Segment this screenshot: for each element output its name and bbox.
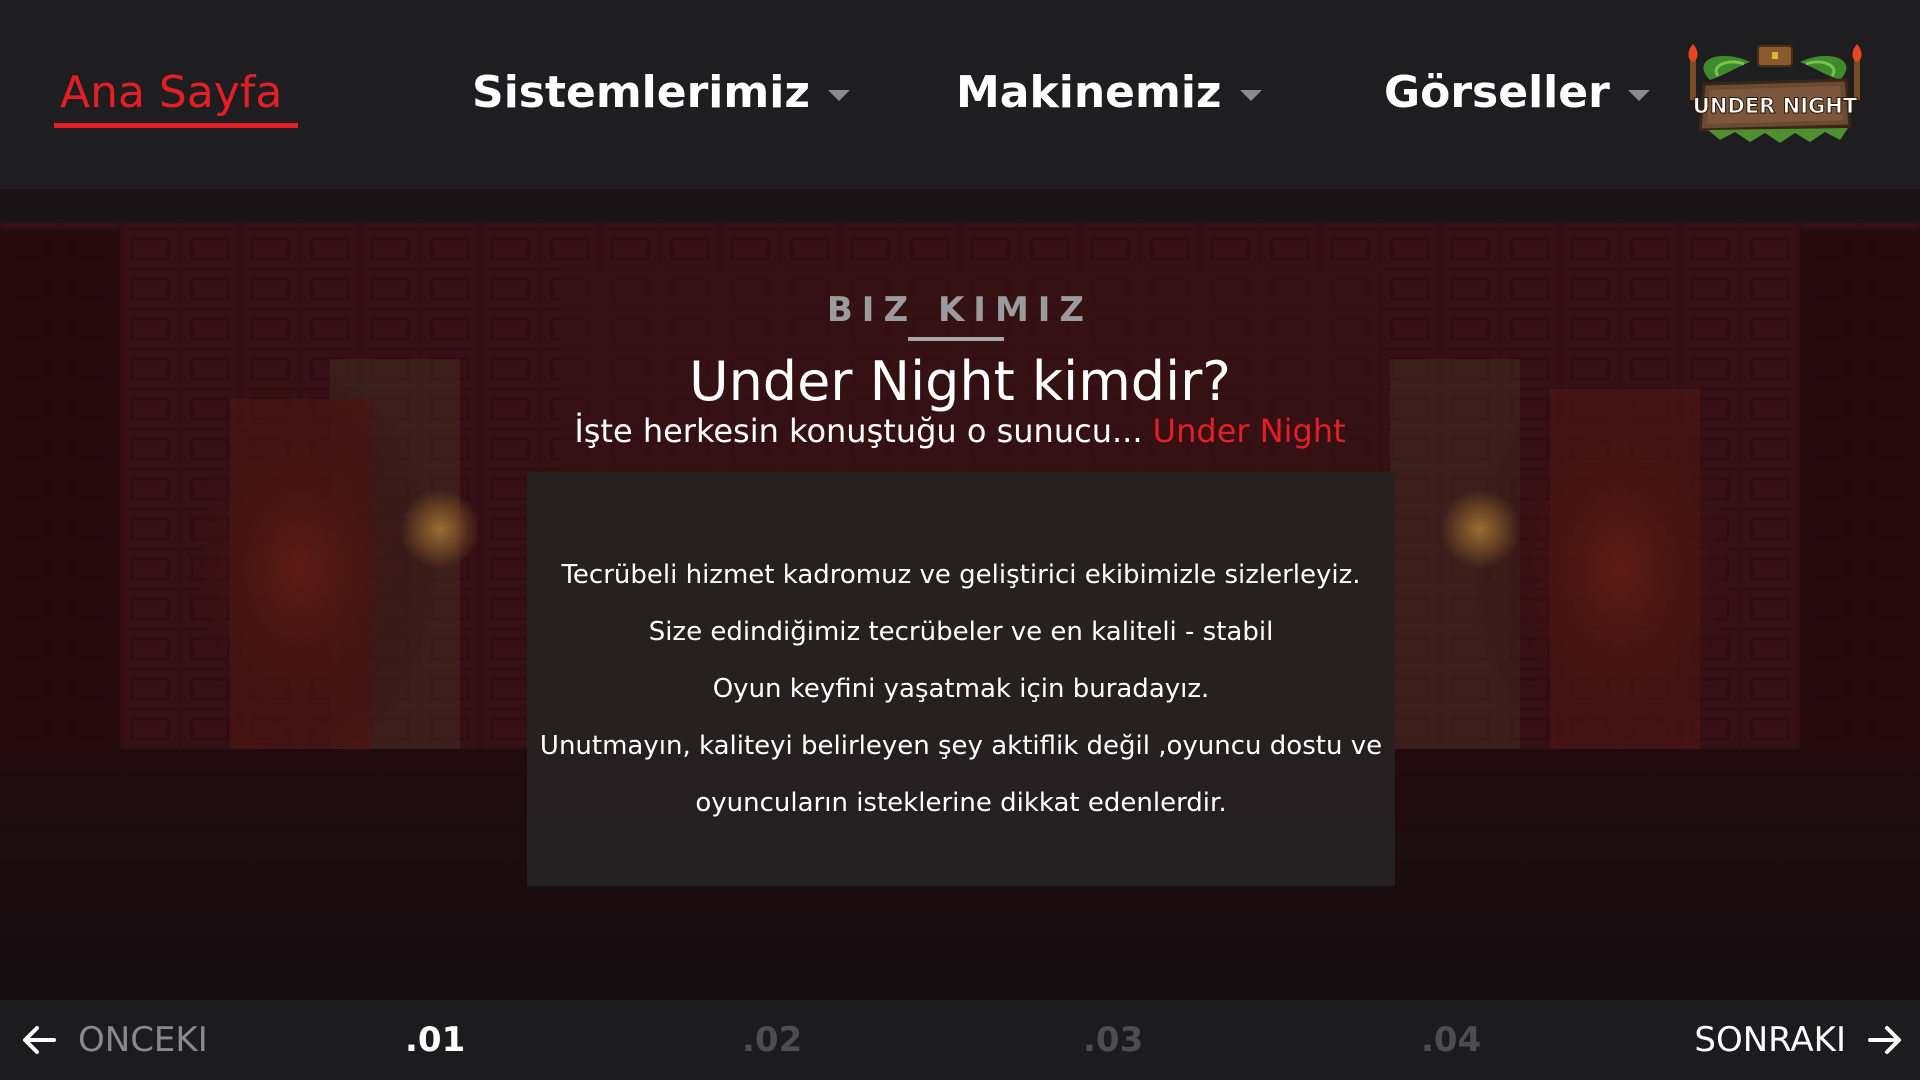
next-button[interactable]: SONRAKI <box>1694 1020 1902 1060</box>
arrow-right-icon <box>1868 1026 1901 1054</box>
about-text-panel: Tecrübeli hizmet kadromuz ve geliştirici… <box>527 472 1395 886</box>
page-indicator-1[interactable]: .01 <box>405 1020 465 1060</box>
previous-button[interactable]: ONCEKI <box>22 1020 208 1060</box>
page-indicator-2[interactable]: .02 <box>742 1020 802 1060</box>
active-nav-underline <box>54 123 298 128</box>
subtitle-text: İşte herkesin konuştuğu o sunucu... <box>574 412 1143 450</box>
previous-label: ONCEKI <box>78 1020 208 1060</box>
page-indicator-3[interactable]: .03 <box>1083 1020 1143 1060</box>
section-tag: BIZ KIMIZ <box>826 290 1094 330</box>
page-title: Under Night kimdir? <box>689 350 1231 413</box>
about-paragraph: Size edindiğimiz tecrübeler ve en kalite… <box>648 617 1274 647</box>
nav-item-machine[interactable]: Makinemiz <box>956 62 1262 122</box>
about-paragraph: Tecrübeli hizmet kadromuz ve geliştirici… <box>561 560 1361 590</box>
caret-down-icon <box>1627 89 1650 101</box>
hero-top-strip <box>0 189 1920 223</box>
page-subtitle: İşte herkesin konuştuğu o sunucu... Unde… <box>0 412 1920 450</box>
nav-item-label: Sistemlerimiz <box>472 66 810 118</box>
arrow-left-icon <box>23 1026 56 1054</box>
slider-pager: ONCEKI .01 .02 .03 .04 SONRAKI <box>0 1000 1920 1080</box>
next-label: SONRAKI <box>1694 1020 1846 1060</box>
about-paragraph: Unutmayın, kaliteyi belirleyen şey aktif… <box>539 731 1383 761</box>
nav-item-home[interactable]: Ana Sayfa <box>60 62 282 122</box>
nav-item-label: Ana Sayfa <box>60 66 283 118</box>
page-indicator-4[interactable]: .04 <box>1421 1020 1481 1060</box>
section-tag-underline <box>908 337 1004 341</box>
nav-item-gallery[interactable]: Görseller <box>1384 62 1650 122</box>
logo-text: UNDER NIGHT <box>1693 94 1858 118</box>
top-navigation: Ana Sayfa Sistemlerimiz Makinemiz Görsel… <box>0 0 1920 189</box>
about-paragraph: oyuncuların isteklerine dikkat edenlerdi… <box>695 788 1227 818</box>
nav-item-label: Görseller <box>1384 66 1610 118</box>
under-night-logo[interactable]: UNDER NIGHT <box>1680 40 1870 150</box>
subtitle-accent: Under Night <box>1152 412 1346 450</box>
nav-item-label: Makinemiz <box>956 66 1222 118</box>
nav-item-systems[interactable]: Sistemlerimiz <box>472 62 850 122</box>
about-paragraph: Oyun keyfini yaşatmak için buradayız. <box>712 674 1210 704</box>
caret-down-icon <box>827 89 850 101</box>
caret-down-icon <box>1239 89 1262 101</box>
